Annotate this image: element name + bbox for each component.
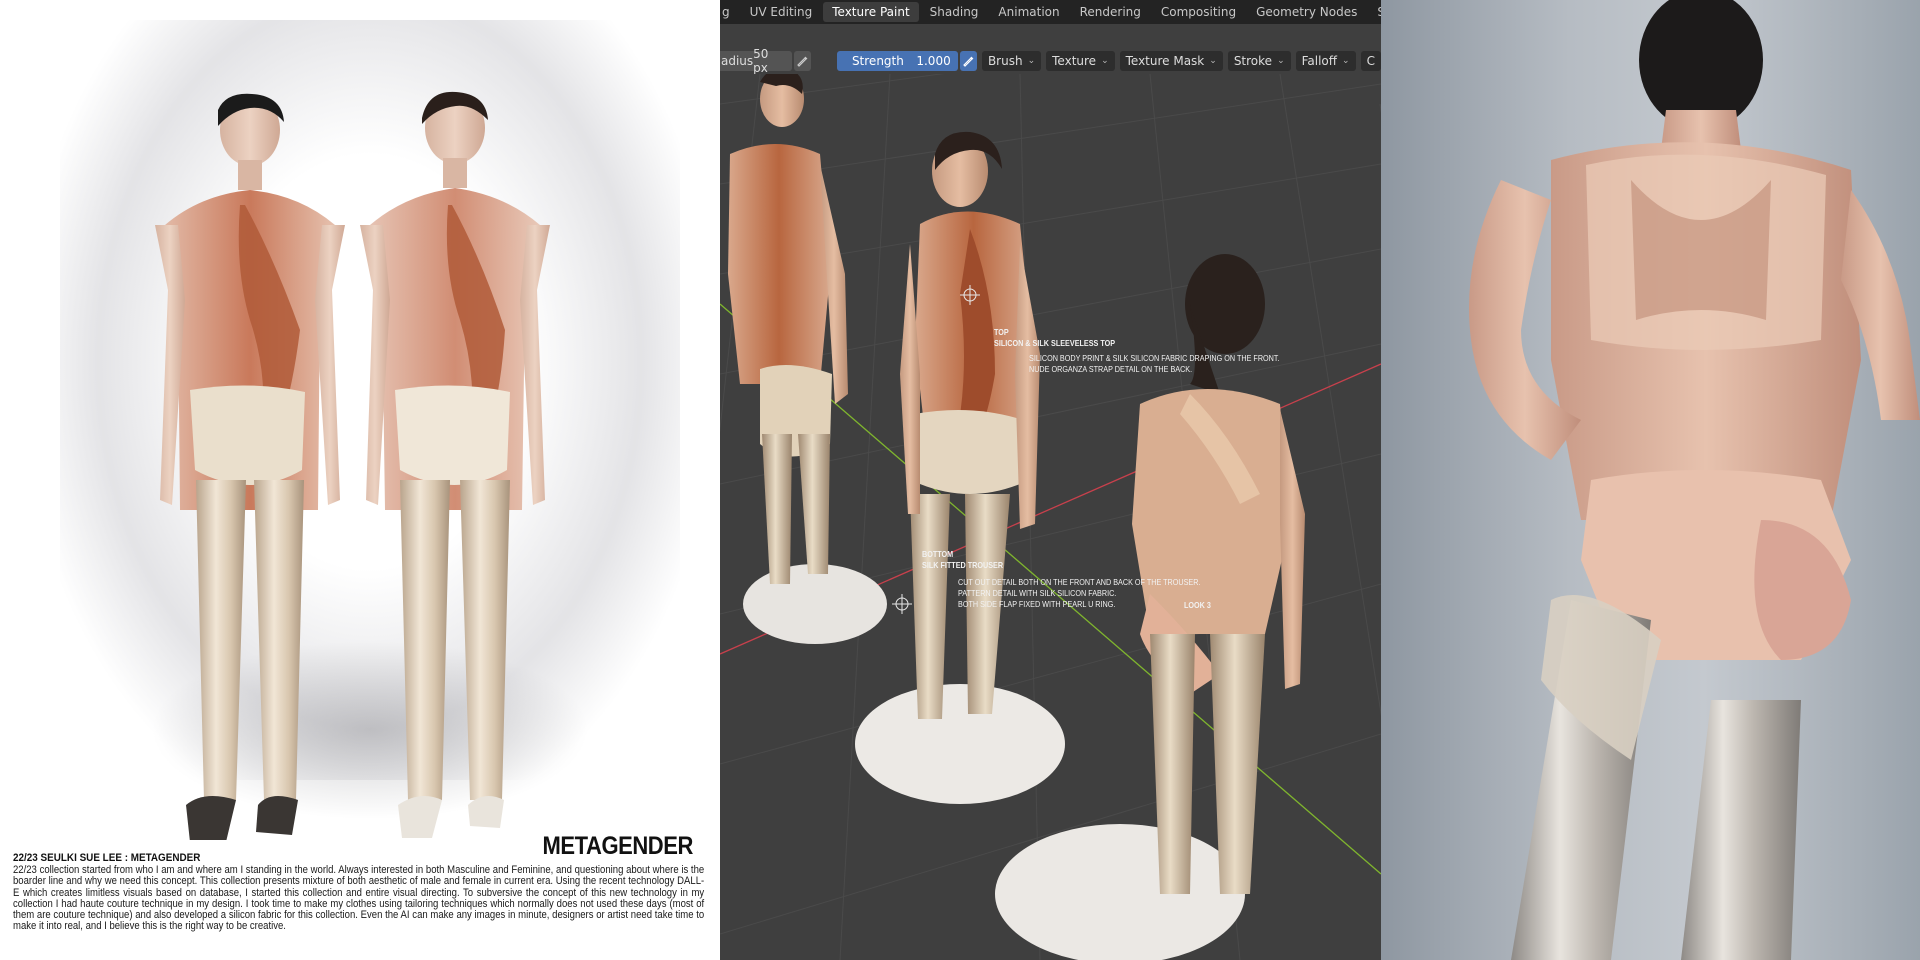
radius-field[interactable]: adius 50 px <box>720 48 792 74</box>
strength-value: 1.000 <box>916 54 951 68</box>
runway-models-photo <box>155 91 550 840</box>
tab-rendering[interactable]: Rendering <box>1071 2 1150 22</box>
radius-value: 50 px <box>753 48 769 74</box>
pedestal-1 <box>743 564 887 644</box>
3d-cursor-icon[interactable] <box>892 594 912 614</box>
strength-label: Strength <box>851 54 904 68</box>
chevron-down-icon: ⌄ <box>1027 56 1036 66</box>
scan-figure-3 <box>1132 254 1305 894</box>
chevron-down-icon: ⌄ <box>1101 56 1109 66</box>
chevron-down-icon: ⌄ <box>1342 56 1350 66</box>
collection-description: 22/23 collection started from who I am a… <box>13 864 705 933</box>
texture-mask-dropdown[interactable]: Texture Mask ⌄ <box>1119 51 1223 71</box>
tab-texture-paint[interactable]: Texture Paint <box>823 2 919 22</box>
model-right <box>360 91 550 838</box>
strength-slider[interactable]: Strength 1.000 <box>836 51 958 71</box>
stroke-dropdown-label: Stroke <box>1233 54 1273 68</box>
tab-geometry-nodes[interactable]: Geometry Nodes <box>1247 2 1366 22</box>
cursor-dropdown-partial[interactable]: C <box>1360 51 1381 71</box>
texture-mask-dropdown-label: Texture Mask <box>1125 54 1205 68</box>
texture-dropdown[interactable]: Texture ⌄ <box>1046 51 1115 71</box>
scan-figure-1 <box>728 74 848 584</box>
tab-animation[interactable]: Animation <box>989 2 1068 22</box>
cursor-dropdown-label: C <box>1366 54 1375 68</box>
annotation-bottom-desc-2: PATTERN DETAIL WITH SILK SILICON FABRIC. <box>958 588 1117 598</box>
strength-pressure-button[interactable] <box>959 51 977 71</box>
collection-heading: 22/23 SEULKI SUE LEE : METAGENDER <box>13 852 201 864</box>
annotation-top-desc-1: SILICON BODY PRINT & SILK SILICON FABRIC… <box>1029 353 1280 363</box>
annotation-bottom-subtitle: SILK FITTED TROUSER <box>922 560 1004 570</box>
tab-scripting[interactable]: Scripting <box>1368 2 1381 22</box>
pedestal-3 <box>995 824 1245 960</box>
tab-compositing[interactable]: Compositing <box>1152 2 1245 22</box>
annotation-top-title: TOP <box>994 327 1009 337</box>
chevron-down-icon: ⌄ <box>1277 56 1285 66</box>
back-view-photo <box>1381 0 1920 960</box>
annotation-bottom-desc-1: CUT OUT DETAIL BOTH ON THE FRONT AND BAC… <box>958 577 1201 587</box>
tab-shading[interactable]: Shading <box>921 2 988 22</box>
annotation-bottom-title: BOTTOM <box>922 549 954 559</box>
pedestal-2 <box>855 684 1065 804</box>
tab-uv-editing[interactable]: UV Editing <box>741 2 822 22</box>
radius-label: adius <box>721 54 754 68</box>
brush-dropdown-label: Brush <box>987 54 1023 68</box>
chevron-down-icon: ⌄ <box>1209 56 1217 66</box>
annotation-top-desc-2: NUDE ORGANZA STRAP DETAIL ON THE BACK. <box>1029 364 1193 374</box>
falloff-dropdown[interactable]: Falloff ⌄ <box>1295 51 1356 71</box>
3d-viewport[interactable]: TOP SILICON & SILK SLEEVELESS TOP SILICO… <box>720 74 1381 960</box>
viewport-scene <box>720 74 1381 960</box>
radius-pressure-button[interactable] <box>793 51 811 71</box>
tool-settings-header: adius 50 px Strength 1.000 Brush ⌄ Textur… <box>720 48 1381 74</box>
falloff-dropdown-label: Falloff <box>1301 54 1338 68</box>
stroke-dropdown[interactable]: Stroke ⌄ <box>1227 51 1291 71</box>
annotation-bottom-desc-3: BOTH SIDE FLAP FIXED WITH PEARL U RING. <box>958 599 1116 609</box>
pen-pressure-icon <box>963 56 974 67</box>
back-view-model-illustration <box>1469 0 1920 960</box>
scan-figure-2 <box>900 131 1040 719</box>
model-left <box>155 93 345 840</box>
tab-partial[interactable]: g <box>720 2 739 22</box>
annotation-look-number: LOOK 3 <box>1184 600 1211 610</box>
texture-dropdown-label: Texture <box>1052 54 1097 68</box>
brush-dropdown[interactable]: Brush ⌄ <box>981 51 1042 71</box>
editorial-page: METAGENDER 22/23 SEULKI SUE LEE : METAGE… <box>0 0 720 960</box>
workspace-tabs-bar: g UV Editing Texture Paint Shading Anima… <box>720 0 1381 24</box>
blender-window: g UV Editing Texture Paint Shading Anima… <box>720 0 1381 960</box>
annotation-top-subtitle: SILICON & SILK SLEEVELESS TOP <box>994 338 1116 348</box>
pen-pressure-icon <box>797 56 808 67</box>
